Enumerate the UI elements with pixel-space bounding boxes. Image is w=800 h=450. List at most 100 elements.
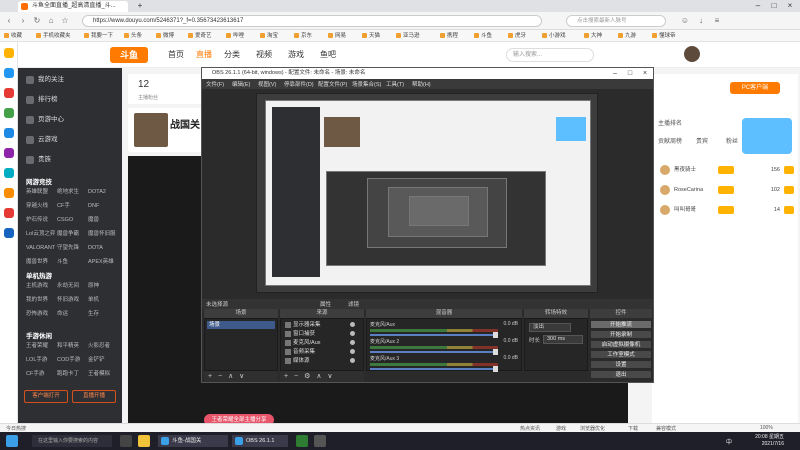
obs-preview-canvas[interactable] — [256, 93, 598, 293]
bookmark-item[interactable]: 手机收藏夹 — [36, 31, 71, 41]
client-open-button[interactable]: 客户端打开 — [24, 390, 68, 403]
add-icon[interactable]: + — [284, 373, 288, 380]
nav-category[interactable]: 分类 — [224, 49, 240, 60]
video-icon[interactable] — [4, 88, 14, 98]
bookmark-item[interactable]: 收藏 — [4, 31, 22, 41]
extension-icon[interactable]: ☺ — [680, 16, 690, 26]
down-icon[interactable]: ∨ — [239, 373, 244, 380]
category-item[interactable]: 魔兽怀旧服 — [88, 228, 119, 240]
category-item[interactable]: 命运 — [57, 308, 88, 320]
category-item[interactable]: 单机 — [88, 294, 119, 306]
up-icon[interactable]: ∧ — [316, 373, 321, 380]
category-item[interactable]: 魔兽争霸 — [57, 228, 88, 240]
menu-tools[interactable]: 工具(T) — [386, 80, 404, 88]
source-item[interactable]: 麦克风/Aux — [285, 339, 355, 347]
remove-icon[interactable]: − — [294, 373, 298, 380]
taskbar-app-browser[interactable]: 斗鱼-战国关 — [158, 435, 228, 447]
menu-file[interactable]: 文件(F) — [206, 80, 224, 88]
category-item[interactable]: DNF — [88, 200, 119, 212]
category-item[interactable]: 斗鱼 — [57, 256, 88, 268]
menu-icon[interactable]: ≡ — [712, 16, 722, 26]
status-item[interactable]: 浏览器优化 — [580, 425, 605, 432]
eye-icon[interactable] — [350, 331, 355, 336]
eye-icon[interactable] — [350, 349, 355, 354]
eye-icon[interactable] — [350, 340, 355, 345]
obs-icon[interactable] — [314, 435, 326, 447]
virtual-camera-button[interactable]: 启动虚拟摄像机 — [590, 340, 652, 349]
eye-icon[interactable] — [350, 322, 355, 327]
maximize-icon[interactable]: □ — [766, 0, 782, 12]
category-item[interactable]: 守望先锋 — [57, 242, 88, 254]
game-icon[interactable] — [4, 108, 14, 118]
bookmark-item[interactable]: 爱奇艺 — [188, 31, 212, 41]
sidebar-item-webgame[interactable]: 页游中心 — [26, 114, 64, 125]
ime-indicator[interactable]: 中 — [726, 437, 732, 446]
category-item[interactable]: DOTA — [88, 242, 119, 254]
file-explorer-icon[interactable] — [138, 435, 150, 447]
volume-slider[interactable] — [370, 349, 498, 355]
nav-home[interactable]: 首页 — [168, 49, 184, 60]
category-item[interactable]: COD手游 — [57, 354, 88, 366]
source-item[interactable]: 显示器采集 — [285, 321, 355, 329]
status-item[interactable]: 兼容模式 — [656, 425, 676, 432]
bookmark-item[interactable]: 头条 — [124, 31, 142, 41]
url-input[interactable]: https://www.douyu.com/5246371?_f=0.35673… — [82, 15, 542, 27]
nav-video[interactable]: 视频 — [256, 49, 272, 60]
bookmark-item[interactable]: 懂球帝 — [652, 31, 676, 41]
category-item[interactable]: Lol云顶之弈 — [26, 228, 57, 240]
remove-icon[interactable]: − — [218, 373, 222, 380]
weibo-icon[interactable] — [4, 68, 14, 78]
bookmark-item[interactable]: 携程 — [440, 31, 458, 41]
obs-minimize-icon[interactable]: – — [608, 68, 622, 79]
category-item[interactable]: 生存 — [88, 308, 119, 320]
settings-button[interactable]: 设置 — [590, 360, 652, 369]
bookmark-item[interactable]: 淘宝 — [260, 31, 278, 41]
category-item[interactable]: APEX英雄 — [88, 256, 119, 268]
menu-view[interactable]: 视图(V) — [258, 80, 276, 88]
rank-row[interactable]: 黑夜骑士 156 — [660, 164, 794, 176]
start-streaming-button[interactable]: 开始推流 — [590, 320, 652, 329]
duration-input[interactable]: 300 ms — [543, 335, 583, 344]
transition-select[interactable]: 淡出 — [529, 323, 571, 332]
volume-slider[interactable] — [370, 366, 498, 372]
browser-tab[interactable]: 斗鱼全面直播_超高清直播_斗... — [18, 1, 128, 12]
down-icon[interactable]: ∨ — [327, 373, 332, 380]
bookmark-item[interactable]: 亚马逊 — [396, 31, 420, 41]
category-item[interactable]: 主机游戏 — [26, 280, 57, 292]
category-item[interactable]: 王者模拟 — [88, 368, 119, 380]
category-item[interactable]: VALORANT — [26, 242, 57, 254]
bookmark-item[interactable]: 网易 — [328, 31, 346, 41]
status-item[interactable]: 今日热搜 — [6, 425, 26, 432]
shop-icon[interactable] — [4, 188, 14, 198]
status-item[interactable]: 游戏 — [556, 425, 566, 432]
new-tab-button[interactable]: + — [132, 0, 148, 12]
news-icon[interactable] — [4, 208, 14, 218]
scene-item[interactable]: 场景 — [207, 321, 275, 329]
sidebar-item-cloudgame[interactable]: 云游戏 — [26, 134, 58, 145]
status-item[interactable]: 下载 — [628, 425, 638, 432]
obs-maximize-icon[interactable]: □ — [623, 68, 637, 79]
category-item[interactable]: 魔兽 — [88, 214, 119, 226]
category-item[interactable]: 恐怖游戏 — [26, 308, 57, 320]
start-recording-button[interactable]: 开始录制 — [590, 330, 652, 339]
zoom-level[interactable]: 100% — [760, 425, 773, 431]
nav-live[interactable]: 直播 — [196, 49, 212, 60]
minimize-icon[interactable]: – — [750, 0, 766, 12]
user-avatar[interactable] — [684, 46, 700, 62]
pc-client-button[interactable]: PC客户端 — [730, 82, 780, 94]
download-icon[interactable]: ↓ — [696, 16, 706, 26]
tab-anchor-rank[interactable]: 主播排名 — [658, 118, 682, 127]
category-item[interactable]: DOTA2 — [88, 186, 119, 198]
tab-fans[interactable]: 粉丝 — [726, 136, 738, 145]
bookmark-item[interactable]: 天猫 — [362, 31, 380, 41]
category-item[interactable]: 怀旧游戏 — [57, 294, 88, 306]
bookmark-item[interactable]: 小游戏 — [542, 31, 566, 41]
category-item[interactable]: 金铲铲 — [88, 354, 119, 366]
add-icon[interactable]: + — [208, 373, 212, 380]
douyu-search-input[interactable]: 输入搜索... — [506, 48, 594, 62]
start-live-button[interactable]: 直播开播 — [72, 390, 116, 403]
obs-close-icon[interactable]: × — [638, 68, 652, 79]
bookmark-item[interactable]: 虎牙 — [508, 31, 526, 41]
up-icon[interactable]: ∧ — [228, 373, 233, 380]
sidebar-item-rank[interactable]: 排行榜 — [26, 94, 58, 105]
